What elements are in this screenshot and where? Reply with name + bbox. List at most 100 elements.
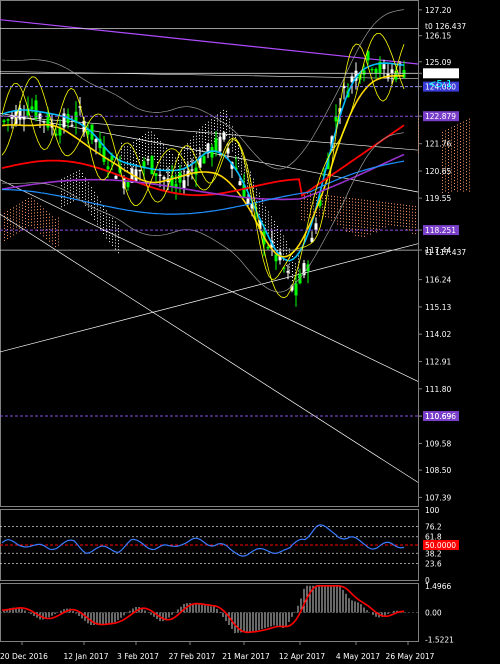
cloud-dot (130, 147, 131, 149)
cloud-dot (466, 177, 467, 179)
cloud-dot (466, 129, 467, 131)
cloud-dot (304, 195, 305, 197)
cloud-dot (448, 182, 449, 184)
cloud-dot (466, 186, 467, 188)
cloud-dot (355, 216, 356, 218)
cloud-dot (331, 219, 332, 221)
cloud-dot (322, 212, 323, 214)
cloud-dot (469, 172, 470, 174)
cloud-dot (382, 202, 383, 204)
cloud-dot (40, 217, 41, 219)
cloud-dot (466, 171, 467, 173)
cloud-dot (460, 177, 461, 179)
cloud-dot (94, 209, 95, 211)
cloud-dot (364, 211, 365, 213)
cloud-dot (445, 136, 446, 138)
cloud-dot (394, 221, 395, 223)
cloud-dot (445, 157, 446, 159)
cloud-dot (61, 206, 62, 208)
cloud-dot (58, 235, 59, 237)
cloud-dot (97, 211, 98, 213)
cloud-dot (13, 207, 14, 209)
cloud-dot (229, 124, 230, 126)
cloud-dot (172, 157, 173, 159)
cloud-dot (199, 144, 200, 146)
cloud-dot (13, 213, 14, 215)
cloud-dot (355, 228, 356, 230)
cloud-dot (4, 230, 5, 232)
cloud-dot (403, 219, 404, 221)
cloud-dot (115, 230, 116, 232)
cloud-dot (274, 233, 275, 235)
cloud-dot (259, 195, 260, 197)
cloud-dot (457, 172, 458, 174)
cloud-dot (46, 235, 47, 237)
trading-chart[interactable]: 127.20126.15125.09124.622124.080122.8791… (0, 0, 500, 664)
cloud-dot (463, 154, 464, 156)
cloud-dot (286, 253, 287, 255)
macd-tick-label: 0.00 (425, 609, 442, 618)
cloud-dot (295, 269, 296, 271)
cloud-dot (463, 190, 464, 192)
cloud-dot (142, 156, 143, 158)
cloud-dot (31, 215, 32, 217)
cloud-dot (238, 165, 239, 167)
cloud-dot (94, 200, 95, 202)
cloud-dot (310, 196, 311, 198)
cloud-dot (19, 206, 20, 208)
cloud-dot (370, 224, 371, 226)
cloud-dot (469, 154, 470, 156)
cloud-dot (94, 212, 95, 214)
cloud-dot (412, 205, 413, 207)
cloud-dot (148, 146, 149, 148)
cloud-dot (211, 140, 212, 142)
cloud-dot (121, 157, 122, 159)
cloud-dot (55, 243, 56, 245)
cloud-dot (106, 234, 107, 236)
candle-body (6, 119, 10, 121)
price-tick-label: 124.622 (425, 69, 456, 78)
cloud-dot (361, 235, 362, 237)
cloud-dot (7, 238, 8, 240)
cloud-dot (7, 214, 8, 216)
cloud-dot (394, 212, 395, 214)
cloud-dot (469, 136, 470, 138)
cloud-dot (409, 223, 410, 225)
cloud-dot (259, 213, 260, 215)
cloud-dot (469, 166, 470, 168)
cloud-dot (355, 225, 356, 227)
cloud-dot (460, 174, 461, 176)
cloud-dot (304, 201, 305, 203)
cloud-dot (367, 203, 368, 205)
cloud-dot (331, 201, 332, 203)
cloud-dot (121, 142, 122, 144)
cloud-dot (82, 184, 83, 186)
cloud-dot (463, 160, 464, 162)
price-tick-label: 127.20 (425, 6, 451, 15)
cloud-dot (385, 211, 386, 213)
candle-body (370, 68, 374, 71)
candle-body (146, 159, 150, 161)
cloud-dot (307, 213, 308, 215)
cloud-dot (124, 164, 125, 166)
cloud-dot (460, 150, 461, 152)
cloud-dot (460, 147, 461, 149)
cloud-dot (91, 205, 92, 207)
cloud-dot (337, 205, 338, 207)
cloud-dot (334, 214, 335, 216)
cloud-dot (307, 201, 308, 203)
cloud-dot (88, 191, 89, 193)
cloud-dot (127, 149, 128, 151)
candle-body (334, 116, 338, 122)
cloud-dot (7, 220, 8, 222)
cloud-dot (88, 209, 89, 211)
cloud-dot (115, 248, 116, 250)
cloud-dot (172, 163, 173, 165)
cloud-dot (112, 217, 113, 219)
cloud-dot (370, 230, 371, 232)
cloud-dot (403, 207, 404, 209)
cloud-dot (79, 194, 80, 196)
cloud-dot (55, 246, 56, 248)
cloud-dot (67, 194, 68, 196)
cloud-dot (97, 220, 98, 222)
